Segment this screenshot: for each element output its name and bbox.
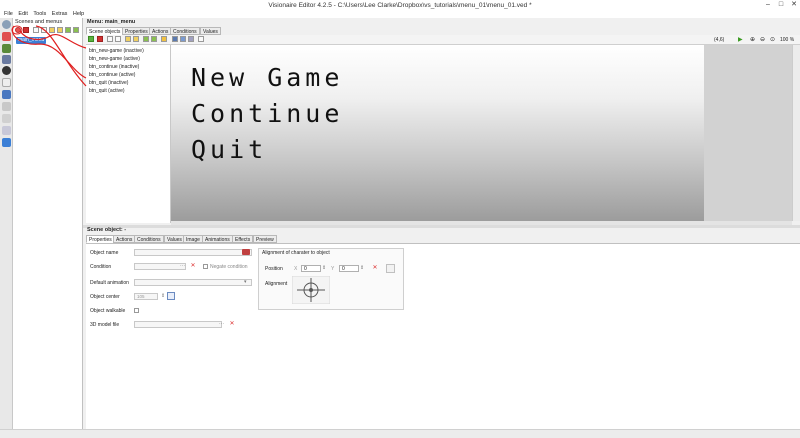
- model-file-label: 3D model file: [90, 322, 120, 328]
- object-properties-panel: Object name Condition ··· ✕ Negate condi…: [86, 243, 800, 429]
- position-y-spinner[interactable]: ⇕: [360, 265, 364, 271]
- negate-condition-checkbox[interactable]: [203, 264, 208, 269]
- status-bar: [0, 429, 800, 438]
- tab-object-properties[interactable]: Properties: [86, 235, 115, 243]
- tab-object-effects[interactable]: Effects: [232, 235, 254, 243]
- condition-label: Condition: [90, 264, 112, 270]
- annotation-stroke-2: [11, 25, 87, 79]
- position-label: Position: [265, 266, 283, 272]
- alignment-direction-picker[interactable]: [292, 276, 330, 304]
- default-animation-label: Default animation: [90, 280, 129, 286]
- tab-object-animations[interactable]: Animations: [202, 235, 233, 243]
- alignment-label: Alignment: [265, 281, 288, 287]
- position-y-label: Y: [331, 266, 335, 272]
- object-walkable-checkbox[interactable]: [134, 308, 139, 313]
- tab-object-actions[interactable]: Actions: [113, 235, 136, 243]
- condition-input[interactable]: [134, 263, 186, 270]
- object-name-label: Object name: [90, 250, 119, 256]
- position-x-spinner[interactable]: ⇕: [322, 265, 326, 271]
- default-animation-select[interactable]: [134, 279, 252, 286]
- pick-position-icon[interactable]: [386, 264, 395, 273]
- chevron-down-icon[interactable]: ▾: [244, 279, 247, 285]
- object-center-spinner[interactable]: ⇕: [161, 293, 165, 299]
- negate-condition-label: Negate condition: [210, 264, 248, 270]
- object-name-input[interactable]: [134, 249, 252, 256]
- position-x-input[interactable]: 0: [301, 265, 321, 272]
- condition-clear-icon[interactable]: ✕: [190, 263, 196, 269]
- object-center-label: Object center: [90, 294, 120, 300]
- model-file-clear-icon[interactable]: ✕: [229, 321, 235, 327]
- alignment-group-header: Alignment of charater to object: [262, 250, 330, 256]
- annotation-circle: [11, 25, 23, 35]
- pick-center-icon[interactable]: [167, 292, 175, 300]
- position-x-label: X: [294, 266, 298, 272]
- language-flag-icon[interactable]: [242, 249, 250, 255]
- scene-object-title: Scene object: -: [87, 227, 127, 233]
- tab-object-preview[interactable]: Preview: [253, 235, 277, 243]
- annotation-stroke-3: [35, 25, 87, 87]
- position-y-input[interactable]: 0: [339, 265, 359, 272]
- model-file-browse-button[interactable]: ···: [219, 321, 224, 327]
- position-clear-icon[interactable]: ✕: [372, 265, 378, 271]
- tab-object-conditions[interactable]: Conditions: [134, 235, 164, 243]
- object-walkable-label: Object walkable: [90, 308, 126, 314]
- condition-browse-button[interactable]: ···: [180, 263, 185, 269]
- panel-splitter[interactable]: [83, 225, 800, 228]
- model-file-input[interactable]: [134, 321, 222, 328]
- tab-object-values[interactable]: Values: [164, 235, 185, 243]
- object-center-input[interactable]: 105: [134, 293, 158, 300]
- tab-object-image[interactable]: Image: [183, 235, 203, 243]
- alignment-group: Alignment of charater to object Position…: [258, 248, 404, 310]
